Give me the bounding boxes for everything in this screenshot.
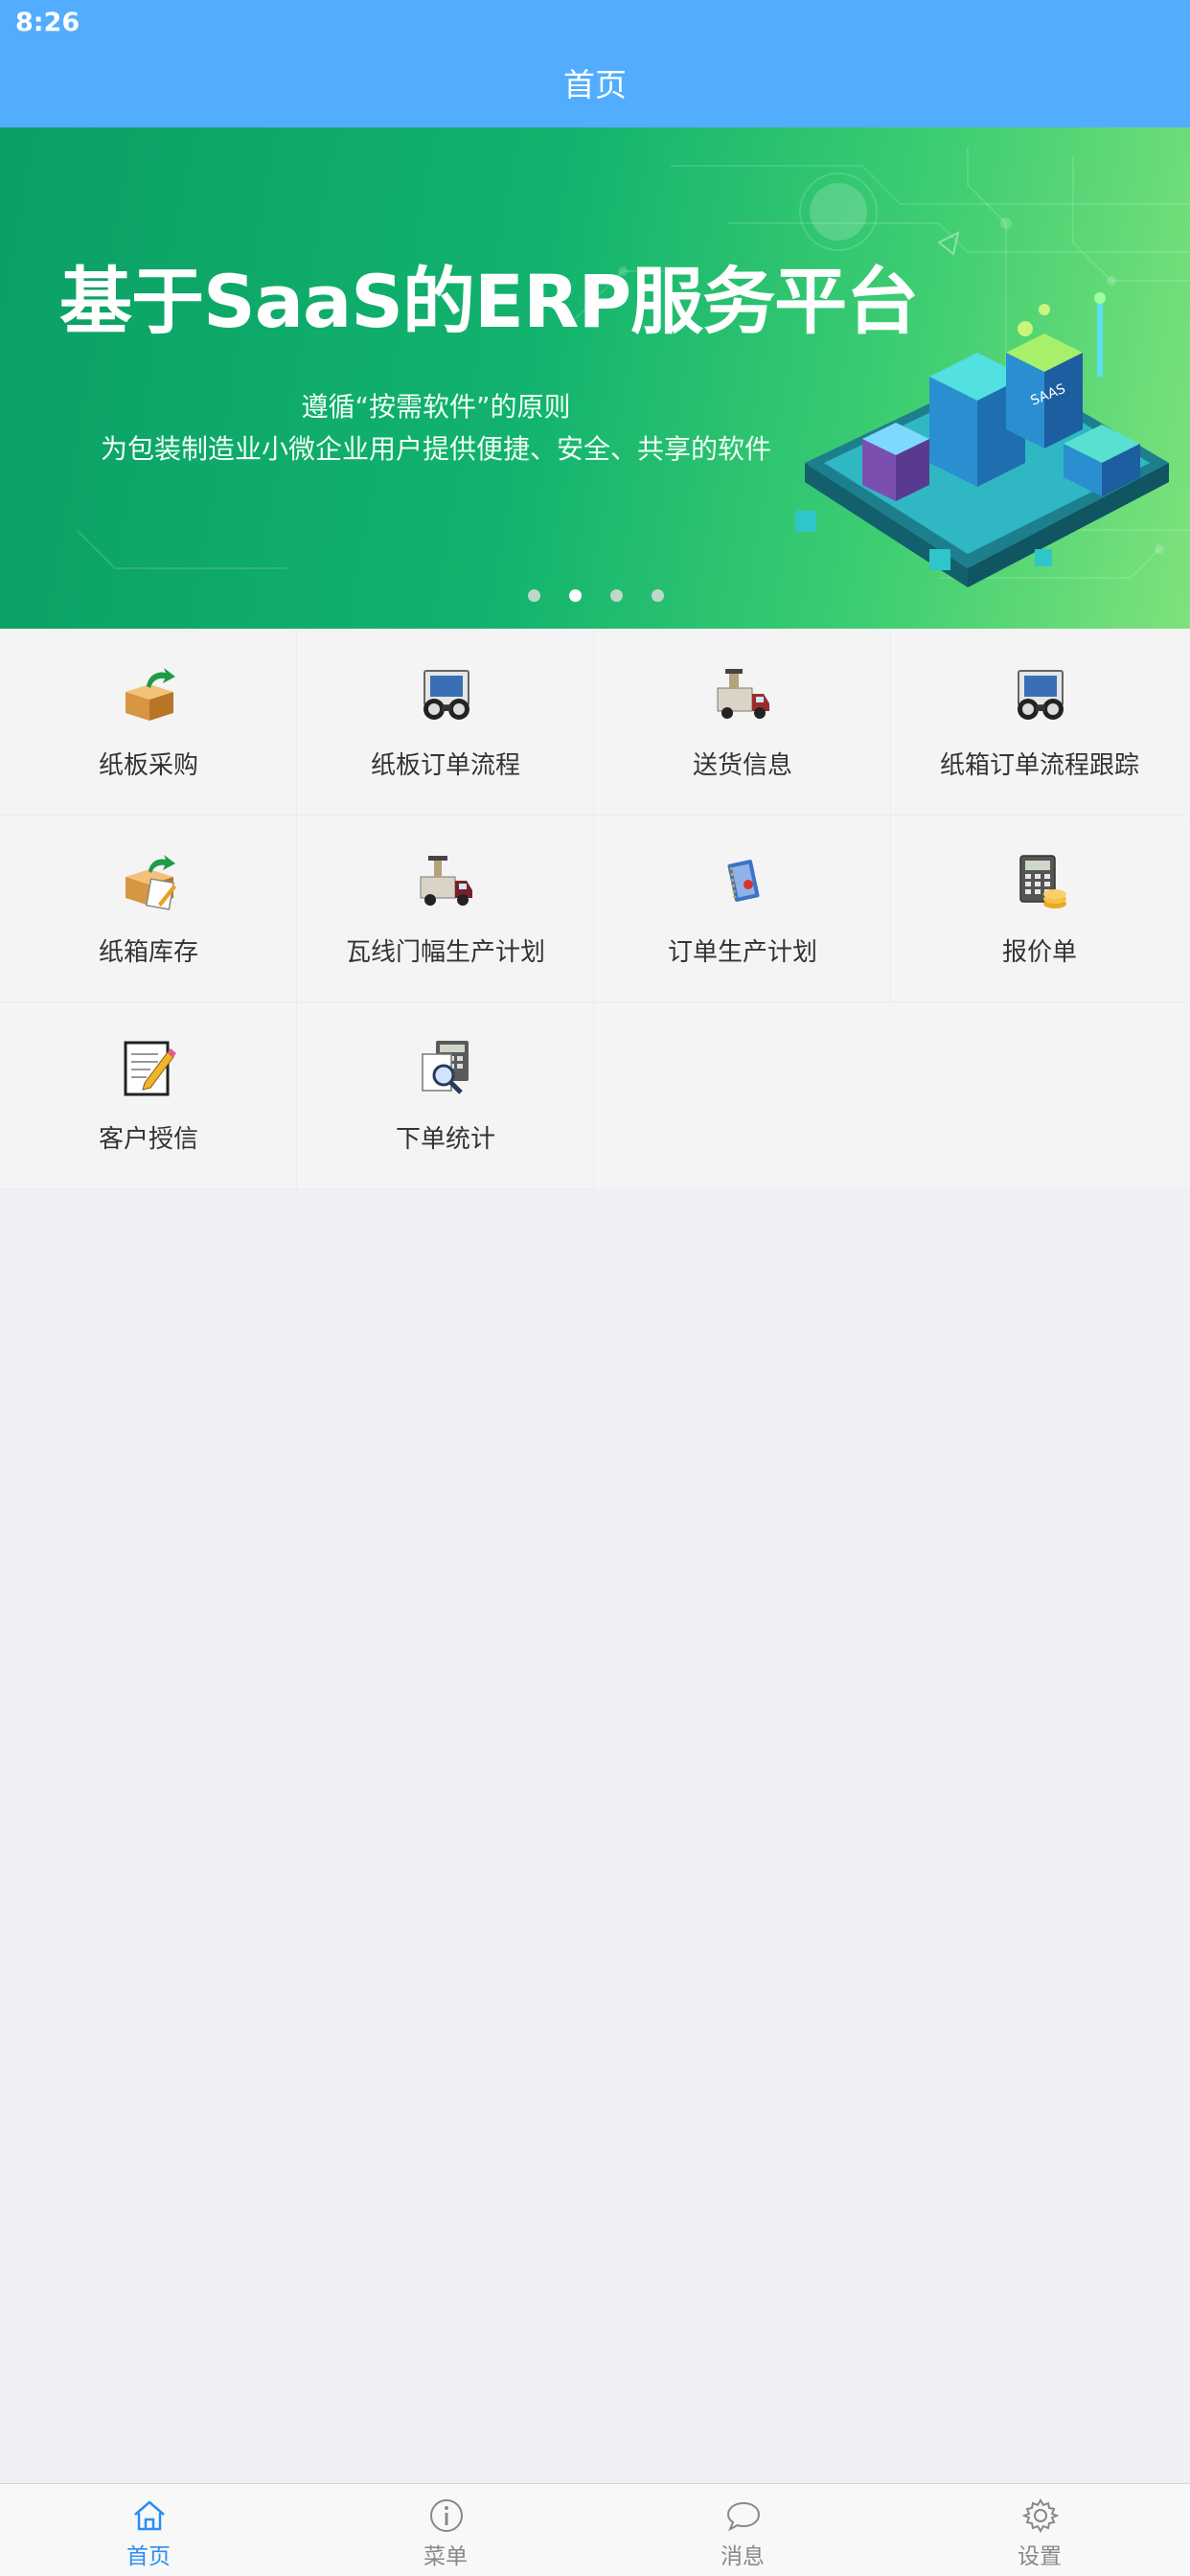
- status-bar: 8:26: [0, 0, 1190, 48]
- menu-label: 下单统计: [395, 1125, 495, 1154]
- tab-label: 设置: [1018, 2544, 1062, 2569]
- status-time: 8:26: [15, 8, 80, 37]
- saas-city-illustration: SAAS: [795, 292, 1169, 587]
- carousel-dot-active[interactable]: [569, 589, 582, 602]
- tab-home[interactable]: 首页: [0, 2484, 297, 2576]
- menu-label: 送货信息: [692, 751, 792, 780]
- banner-carousel[interactable]: 基于SaaS的ERP服务平台 遵循“按需软件”的原则 为包装制造业小微企业用户提…: [0, 127, 1190, 629]
- delivery-truck-icon: [717, 669, 769, 719]
- menu-label: 报价单: [1001, 938, 1077, 967]
- binoculars-screen-icon: [423, 670, 469, 720]
- magnifier-calculator-icon: [422, 1041, 469, 1094]
- box-arrow-icon: [126, 668, 175, 721]
- nav-bar: 首页: [0, 48, 1190, 127]
- menu-label: 纸板订单流程: [370, 751, 520, 780]
- menu-label: 瓦线门幅生产计划: [345, 938, 545, 967]
- page-title: 首页: [563, 66, 627, 104]
- menu-item-cardboard-order-flow[interactable]: 纸板订单流程: [297, 629, 594, 816]
- chat-bubble-icon: [726, 2501, 761, 2532]
- menu-item-order-production-plan[interactable]: 订单生产计划: [594, 816, 891, 1002]
- home-icon: [134, 2500, 165, 2531]
- menu-item-carton-order-tracking[interactable]: 纸箱订单流程跟踪: [891, 629, 1188, 816]
- info-icon: [430, 2499, 463, 2532]
- notebook-icon: [727, 860, 760, 902]
- calculator-coins-icon: [1019, 855, 1066, 908]
- menu-item-quotation[interactable]: 报价单: [891, 816, 1188, 1002]
- box-inventory-icon: [126, 855, 176, 910]
- tab-settings[interactable]: 设置: [891, 2484, 1188, 2576]
- carousel-dot[interactable]: [652, 589, 664, 602]
- gear-icon: [1022, 2498, 1059, 2533]
- carousel-dot[interactable]: [528, 589, 540, 602]
- banner-subtitle-1: 遵循“按需软件”的原则: [301, 391, 571, 423]
- menu-item-order-statistics[interactable]: 下单统计: [297, 1002, 594, 1189]
- tab-menu[interactable]: 菜单: [297, 2484, 594, 2576]
- menu-item-customer-credit[interactable]: 客户授信: [0, 1002, 297, 1189]
- tab-label: 消息: [721, 2544, 765, 2569]
- banner-subtitle-2: 为包装制造业小微企业用户提供便捷、安全、共享的软件: [100, 433, 771, 465]
- tab-label: 首页: [126, 2544, 171, 2569]
- production-truck-icon: [420, 856, 472, 906]
- tab-messages[interactable]: 消息: [594, 2484, 891, 2576]
- menu-label: 客户授信: [98, 1125, 198, 1154]
- menu-grid: 纸板采购 纸板订单流程 送货信息 纸箱订单流程跟踪 纸箱库存 瓦线门幅生产计划 …: [0, 629, 1190, 1189]
- bottom-tab-bar: 首页 菜单 消息 设置: [0, 2483, 1190, 2576]
- menu-item-delivery-info[interactable]: 送货信息: [594, 629, 891, 816]
- menu-label: 纸箱订单流程跟踪: [939, 751, 1139, 780]
- carousel-dots: [0, 589, 1190, 609]
- menu-item-cardboard-purchase[interactable]: 纸板采购: [0, 629, 297, 816]
- document-pencil-icon: [124, 1041, 176, 1096]
- carousel-dot[interactable]: [610, 589, 623, 602]
- menu-label: 纸箱库存: [98, 938, 198, 967]
- tab-label: 菜单: [423, 2544, 468, 2569]
- menu-label: 订单生产计划: [667, 938, 817, 967]
- menu-item-carton-inventory[interactable]: 纸箱库存: [0, 816, 297, 1002]
- menu-item-corrugator-production-plan[interactable]: 瓦线门幅生产计划: [297, 816, 594, 1002]
- binoculars-screen-icon: [1018, 670, 1064, 720]
- menu-label: 纸板采购: [98, 751, 198, 780]
